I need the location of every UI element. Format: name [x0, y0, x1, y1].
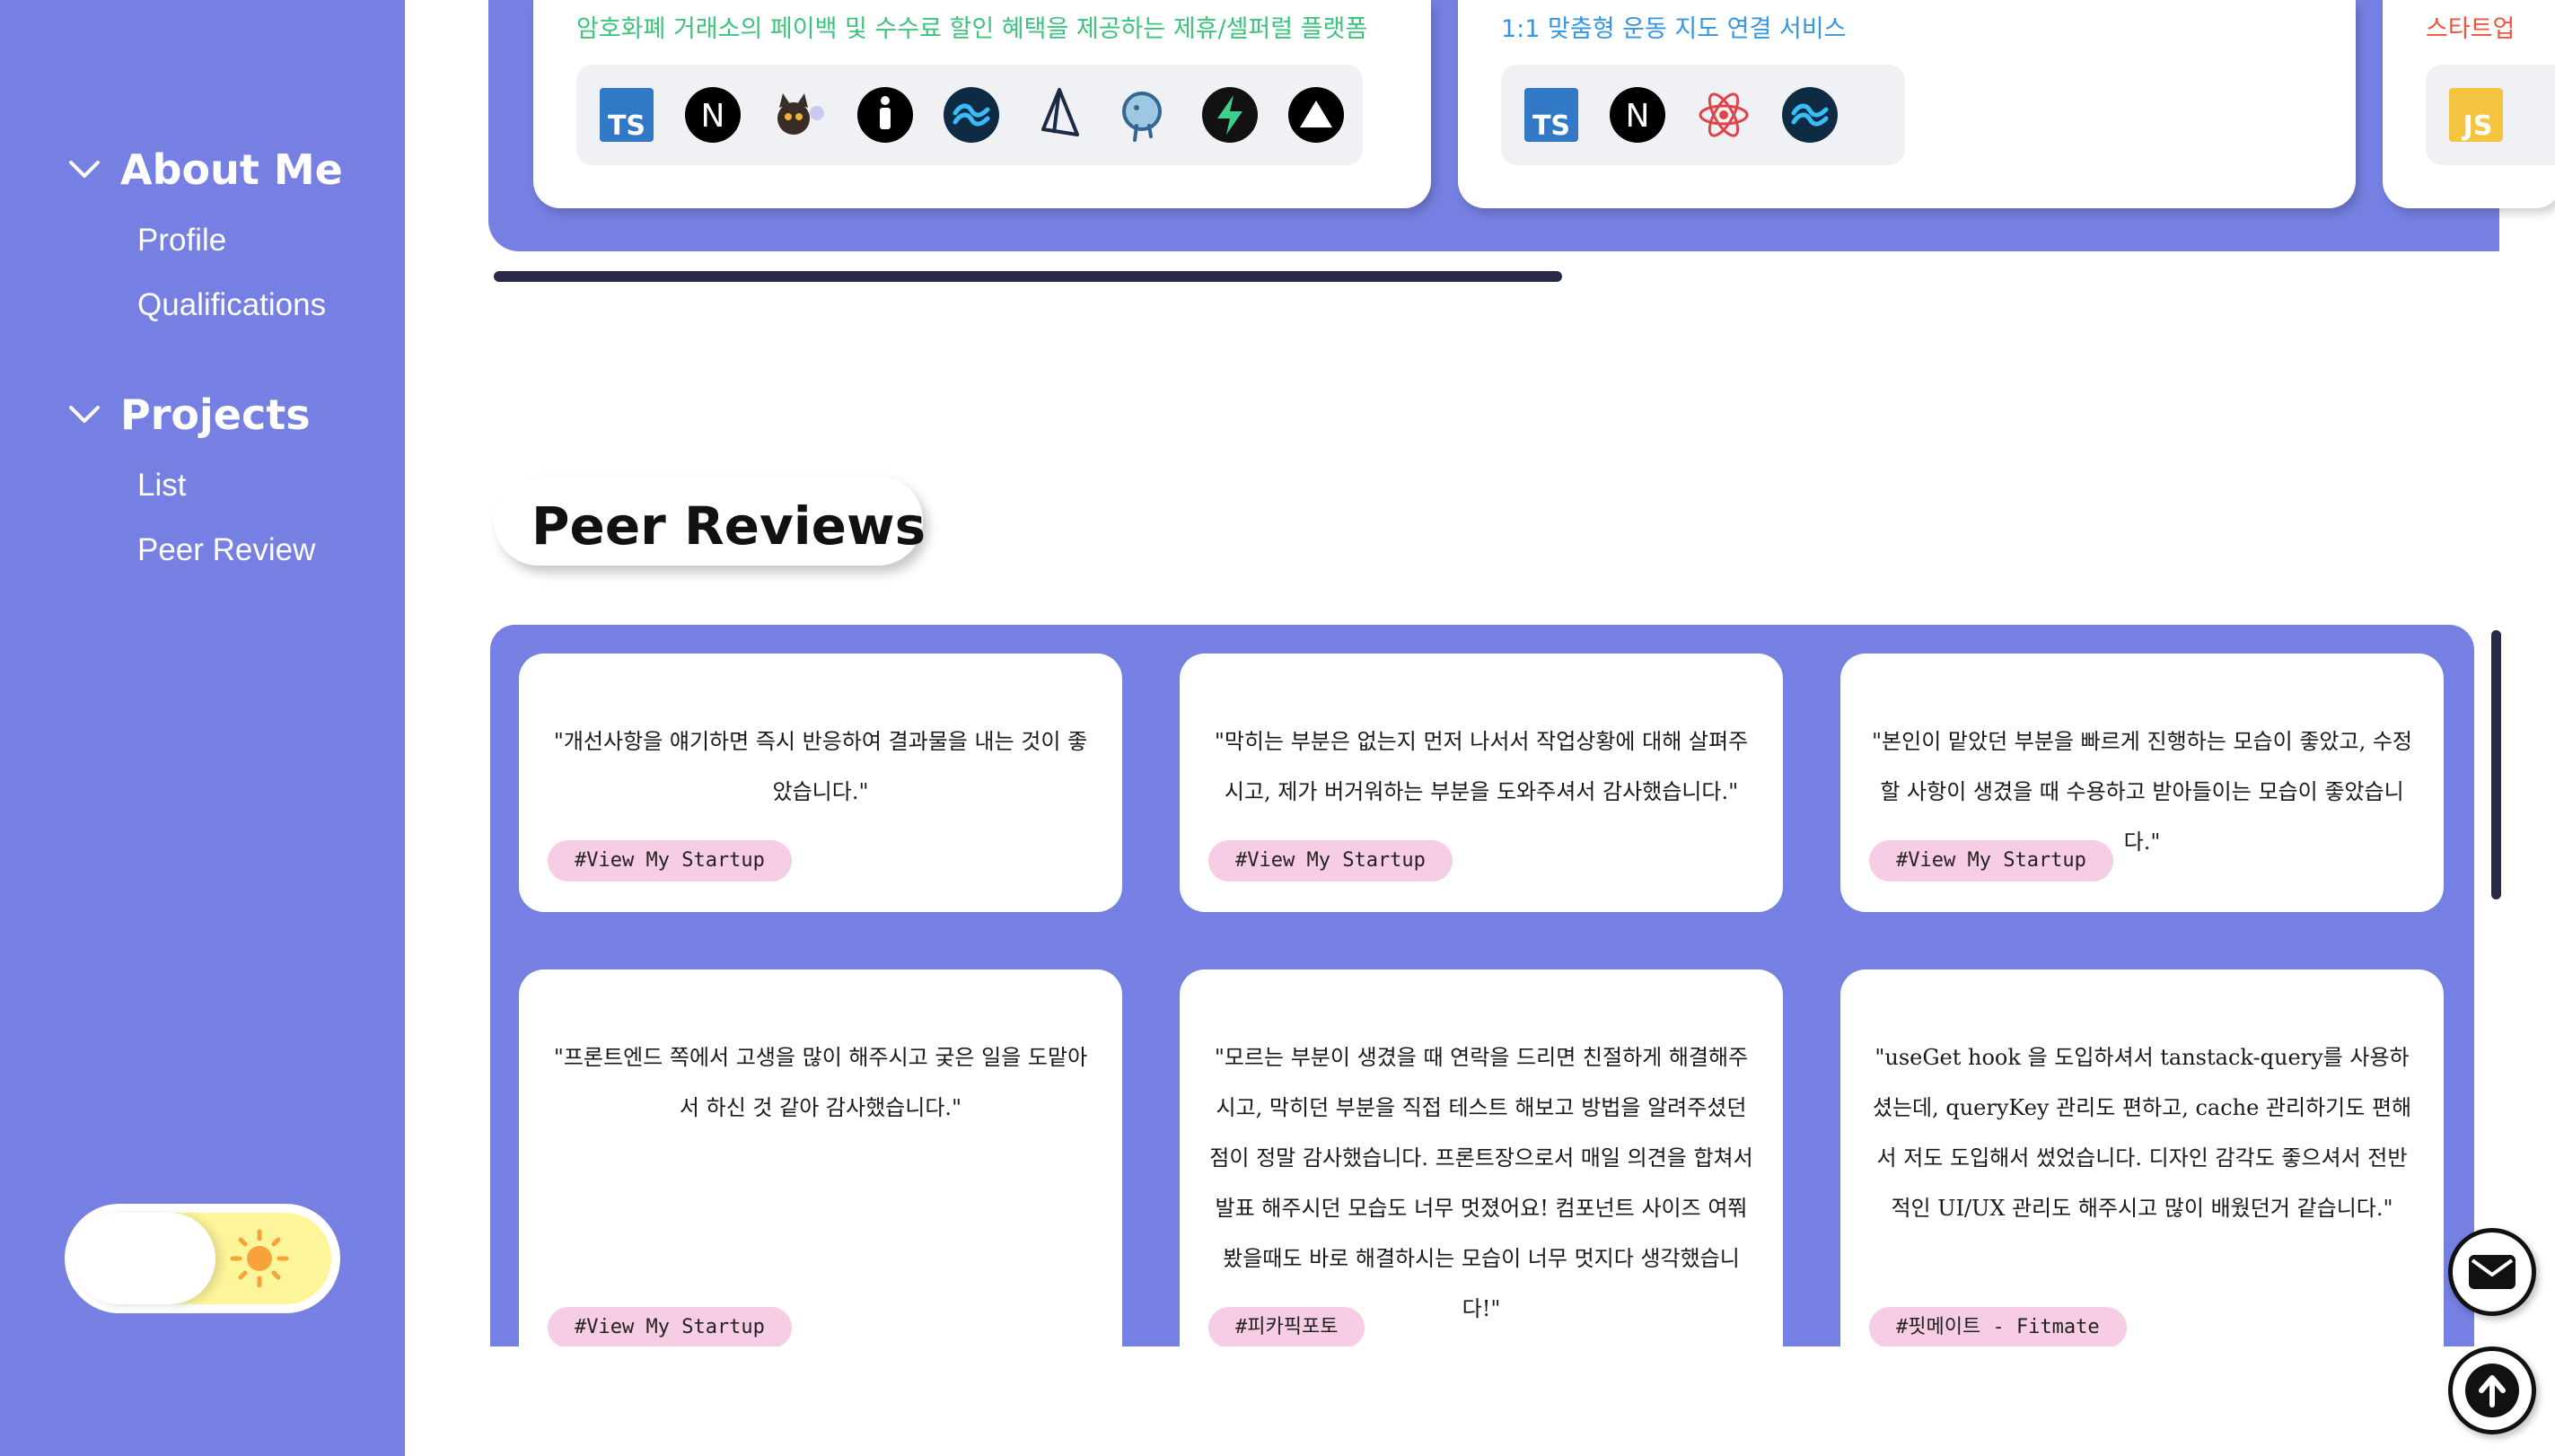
mail-button[interactable]: [2448, 1228, 2536, 1316]
review-card: "프론트엔드 쪽에서 고생을 많이 해주시고 궂은 일을 도맡아서 하신 것 같…: [519, 969, 1122, 1346]
scroll-to-top-button[interactable]: [2448, 1346, 2536, 1434]
svg-text:TS: TS: [608, 110, 645, 142]
cat-mascot-icon: [777, 93, 824, 135]
review-project-tag[interactable]: #View My Startup: [548, 840, 792, 881]
review-text: "모르는 부분이 생겼을 때 연락을 드리면 친절하게 해결해주시고, 막히던 …: [1209, 1045, 1753, 1321]
typescript-icon: TS: [1524, 88, 1578, 142]
sidebar-heading-about-me: About Me: [120, 145, 343, 194]
svg-text:N: N: [701, 98, 725, 135]
prisma-icon: [1041, 88, 1079, 136]
review-project-tag[interactable]: #View My Startup: [548, 1307, 792, 1346]
sidebar-item-list[interactable]: List: [137, 468, 186, 504]
page-title: Peer Reviews: [531, 496, 926, 557]
projects-horizontal-scrollbar[interactable]: [494, 271, 1562, 282]
sidebar-item-peer-review[interactable]: Peer Review: [137, 532, 315, 568]
review-text: "개선사항을 얘기하면 즉시 반응하여 결과물을 내는 것이 좋았습니다.": [553, 729, 1088, 804]
projects-carousel: 암호화폐 거래소의 페이백 및 수수료 할인 혜택을 제공하는 제휴/셀퍼럴 플…: [488, 0, 2555, 251]
project-description: 스타트업: [2426, 15, 2515, 43]
review-project-tag[interactable]: #View My Startup: [1869, 840, 2113, 881]
svg-text:JS: JS: [2462, 110, 2493, 142]
nextjs-icon: N: [1610, 87, 1665, 143]
reviews-vertical-scrollbar[interactable]: [2491, 630, 2501, 899]
svg-text:N: N: [1626, 98, 1650, 135]
review-card: "모르는 부분이 생겼을 때 연락을 드리면 친절하게 해결해주시고, 막히던 …: [1180, 969, 1783, 1346]
react-icon: [1699, 92, 1749, 137]
review-project-tag[interactable]: #핏메이트 - Fitmate: [1869, 1307, 2127, 1346]
sidebar-item-qualifications[interactable]: Qualifications: [137, 287, 326, 323]
project-card[interactable]: 1:1 맞춤형 운동 지도 연결 서비스 TS N: [1458, 0, 2356, 208]
typescript-icon: TS: [600, 88, 654, 142]
supabase-icon: [1202, 87, 1258, 143]
javascript-icon: JS: [2449, 88, 2503, 142]
project-description: 1:1 맞춤형 운동 지도 연결 서비스: [1501, 15, 1847, 43]
review-text: "막히는 부분은 없는지 먼저 나서서 작업상황에 대해 살펴주시고, 제가 버…: [1214, 729, 1749, 804]
tailwind-icon: [944, 87, 999, 143]
sidebar-heading-projects: Projects: [120, 390, 311, 439]
postgresql-icon: [1122, 92, 1162, 142]
review-card: "useGet hook 을 도입하셔서 tanstack-query를 사용하…: [1840, 969, 2444, 1346]
svg-text:TS: TS: [1532, 110, 1570, 142]
arrow-up-icon: [2465, 1364, 2519, 1417]
sidebar: About Me Profile Qualifications Projects…: [0, 0, 405, 1456]
review-card: "막히는 부분은 없는지 먼저 나서서 작업상황에 대해 살펴주시고, 제가 버…: [1180, 653, 1783, 912]
tailwind-icon: [1782, 87, 1838, 143]
mail-icon: [2469, 1255, 2515, 1289]
review-card: "본인이 맡았던 부분을 빠르게 진행하는 모습이 좋았고, 수정할 사항이 생…: [1840, 653, 2444, 912]
review-text: "프론트엔드 쪽에서 고생을 많이 해주시고 궂은 일을 도맡아서 하신 것 같…: [553, 1045, 1088, 1120]
theme-toggle-knob[interactable]: [74, 1213, 215, 1304]
sidebar-item-profile[interactable]: Profile: [137, 223, 226, 259]
vercel-icon: [1288, 87, 1344, 143]
review-text: "useGet hook 을 도입하셔서 tanstack-query를 사용하…: [1872, 1045, 2412, 1221]
peer-reviews-heading: Peer Reviews: [494, 476, 926, 566]
sidebar-section-about-me[interactable]: About Me: [68, 145, 343, 194]
nextjs-icon: N: [685, 87, 741, 143]
review-project-tag[interactable]: #피카픽포토: [1208, 1307, 1365, 1346]
project-description: 암호화폐 거래소의 페이백 및 수수료 할인 혜택을 제공하는 제휴/셀퍼럴 플…: [576, 15, 1368, 43]
chevron-down-icon: [68, 405, 101, 425]
theme-toggle-track: [74, 1213, 331, 1304]
chevron-down-icon: [68, 160, 101, 180]
sidebar-section-projects[interactable]: Projects: [68, 390, 311, 439]
project-card[interactable]: 스타트업 JS: [2383, 0, 2555, 208]
theme-toggle[interactable]: [65, 1204, 340, 1313]
review-card: "개선사항을 얘기하면 즉시 반응하여 결과물을 내는 것이 좋았습니다." #…: [519, 653, 1122, 912]
project-card[interactable]: 암호화폐 거래소의 페이백 및 수수료 할인 혜택을 제공하는 제휴/셀퍼럴 플…: [533, 0, 1431, 208]
i-brand-icon: [857, 87, 913, 143]
sun-icon: [228, 1227, 291, 1294]
peer-reviews-grid: "개선사항을 얘기하면 즉시 반응하여 결과물을 내는 것이 좋았습니다." #…: [490, 625, 2474, 1346]
review-project-tag[interactable]: #View My Startup: [1208, 840, 1453, 881]
